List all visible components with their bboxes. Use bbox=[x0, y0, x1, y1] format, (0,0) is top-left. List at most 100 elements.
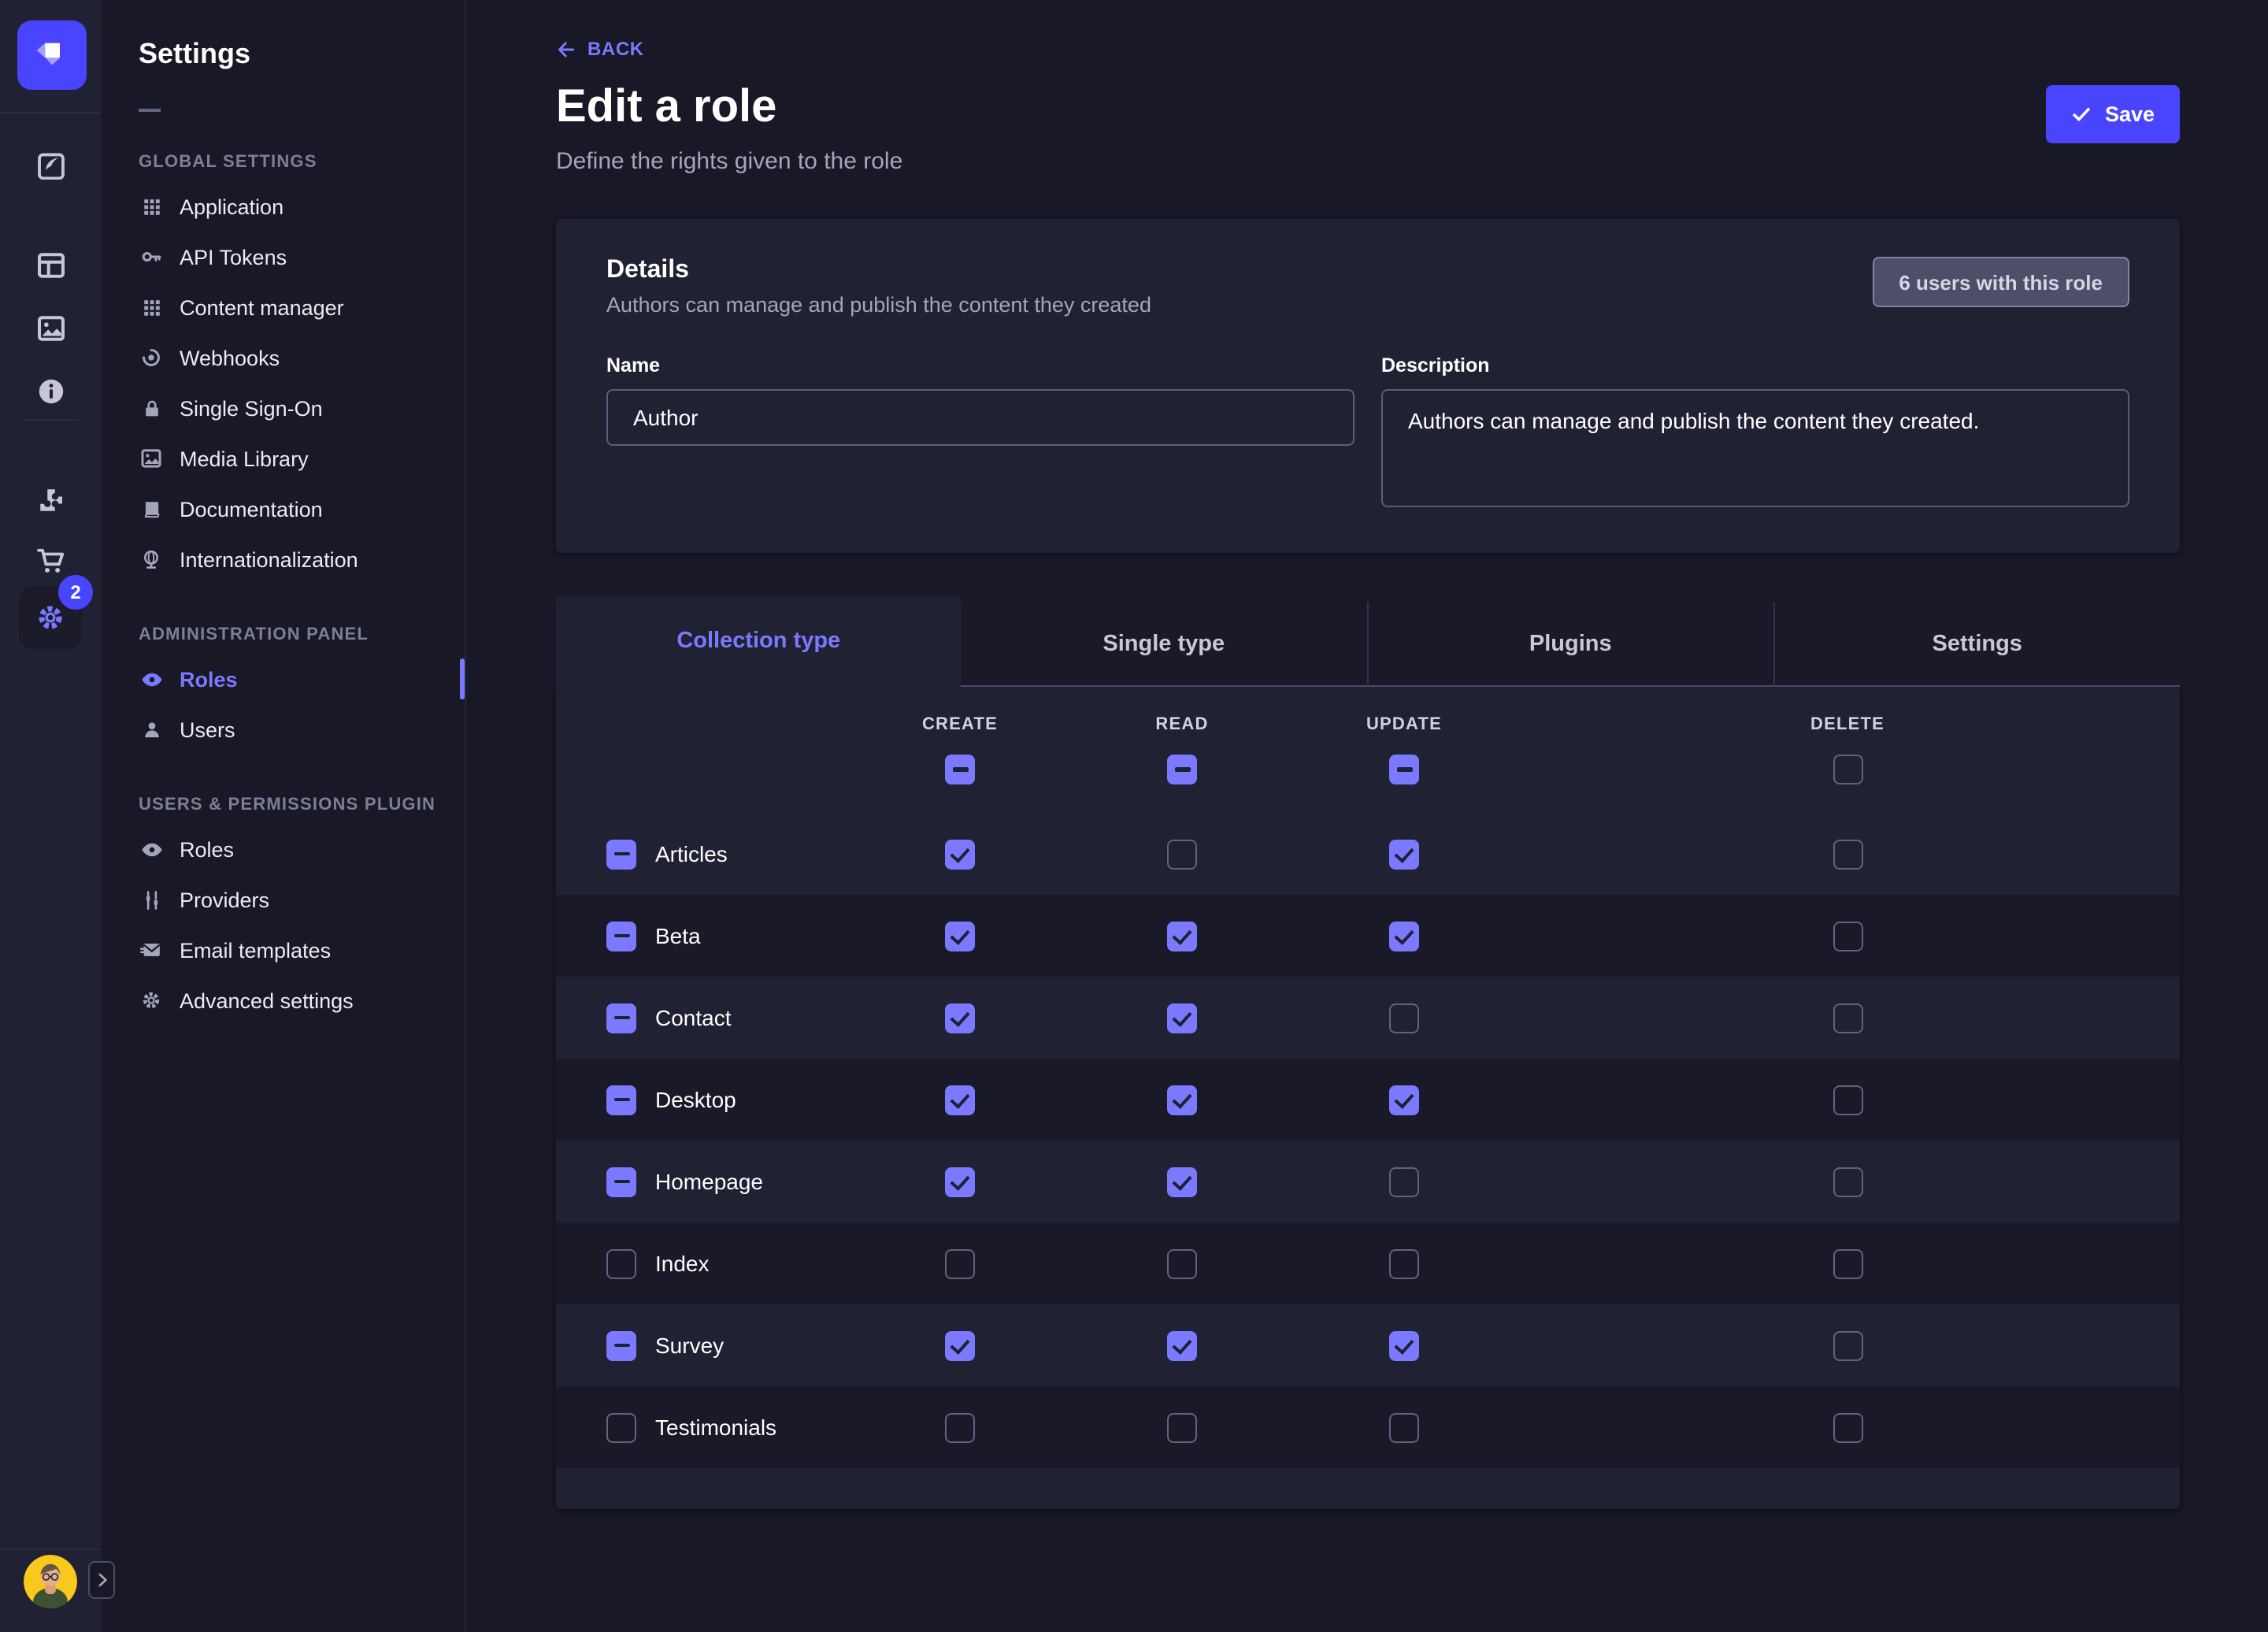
row-select-checkbox[interactable] bbox=[606, 1085, 636, 1115]
delete-checkbox[interactable] bbox=[1833, 1167, 1862, 1196]
create-checkbox[interactable] bbox=[945, 1167, 975, 1196]
sidebar-item-roles-admin[interactable]: Roles bbox=[101, 654, 465, 704]
main-nav-rail: 2 bbox=[0, 0, 101, 1632]
update-checkbox[interactable] bbox=[1389, 1330, 1419, 1360]
row-select-checkbox[interactable] bbox=[606, 1248, 636, 1278]
back-link[interactable]: BACK bbox=[556, 38, 644, 60]
delete-checkbox[interactable] bbox=[1833, 921, 1862, 951]
tab-single-type[interactable]: Single type bbox=[962, 602, 1367, 687]
sidebar-item-internationalization[interactable]: Internationalization bbox=[101, 534, 465, 584]
read-checkbox[interactable] bbox=[1167, 1167, 1197, 1196]
user-avatar[interactable] bbox=[24, 1555, 77, 1608]
tab-settings[interactable]: Settings bbox=[1773, 602, 2181, 687]
read-checkbox[interactable] bbox=[1167, 1003, 1197, 1033]
sidebar-item-api-tokens[interactable]: API Tokens bbox=[101, 232, 465, 282]
row-select-checkbox[interactable] bbox=[606, 1330, 636, 1360]
sidebar-item-advanced-settings[interactable]: Advanced settings bbox=[101, 975, 465, 1026]
row-select-checkbox[interactable] bbox=[606, 921, 636, 951]
row-label: Survey bbox=[655, 1333, 724, 1358]
row-label: Contact bbox=[655, 1005, 732, 1030]
row-label: Testimonials bbox=[655, 1415, 776, 1440]
read-checkbox[interactable] bbox=[1167, 1412, 1197, 1442]
create-checkbox[interactable] bbox=[945, 1330, 975, 1360]
select-all-read-checkbox[interactable] bbox=[1167, 755, 1197, 784]
sidebar-item-documentation[interactable]: Documentation bbox=[101, 484, 465, 534]
row-select-checkbox[interactable] bbox=[606, 1412, 636, 1442]
layout-icon bbox=[35, 250, 65, 280]
media-library-nav-item[interactable] bbox=[0, 299, 101, 356]
sidebar-item-users[interactable]: Users bbox=[101, 704, 465, 755]
create-checkbox[interactable] bbox=[945, 1003, 975, 1033]
delete-checkbox[interactable] bbox=[1833, 1330, 1862, 1360]
create-checkbox[interactable] bbox=[945, 921, 975, 951]
read-checkbox[interactable] bbox=[1167, 1248, 1197, 1278]
sidebar-item-content-manager[interactable]: Content manager bbox=[101, 282, 465, 332]
delete-checkbox[interactable] bbox=[1833, 1412, 1862, 1442]
name-label: Name bbox=[606, 354, 1354, 376]
delete-checkbox[interactable] bbox=[1833, 839, 1862, 869]
create-checkbox[interactable] bbox=[945, 1085, 975, 1115]
sidebar-item-single-sign-on[interactable]: Single Sign-On bbox=[101, 383, 465, 433]
update-checkbox[interactable] bbox=[1389, 1167, 1419, 1196]
create-checkbox[interactable] bbox=[945, 1412, 975, 1442]
delete-checkbox[interactable] bbox=[1833, 1085, 1862, 1115]
picture-icon bbox=[139, 446, 164, 471]
select-all-update-checkbox[interactable] bbox=[1389, 755, 1419, 784]
row-label: Beta bbox=[655, 923, 701, 948]
content-type-builder-nav-item[interactable] bbox=[0, 236, 101, 293]
sidebar-item-roles-plugin[interactable]: Roles bbox=[101, 824, 465, 874]
create-checkbox[interactable] bbox=[945, 1248, 975, 1278]
update-checkbox[interactable] bbox=[1389, 839, 1419, 869]
tab-plugins[interactable]: Plugins bbox=[1366, 602, 1773, 687]
pencil-square-icon bbox=[35, 149, 65, 179]
row-select-checkbox[interactable] bbox=[606, 839, 636, 869]
create-checkbox[interactable] bbox=[945, 839, 975, 869]
section-header-users-permissions-plugin: USERS & PERMISSIONS PLUGIN bbox=[139, 796, 465, 814]
role-name-input[interactable] bbox=[606, 389, 1354, 446]
sidebar-item-label: API Tokens bbox=[180, 245, 287, 269]
update-checkbox[interactable] bbox=[1389, 1085, 1419, 1115]
eye-icon bbox=[139, 836, 164, 862]
read-checkbox[interactable] bbox=[1167, 1330, 1197, 1360]
table-row-survey: Survey bbox=[556, 1304, 2180, 1386]
sidebar-item-label: Content manager bbox=[180, 295, 344, 319]
content-writer-nav-item[interactable] bbox=[0, 135, 101, 192]
strapi-logo[interactable] bbox=[17, 20, 87, 90]
sidebar-item-label: Roles bbox=[180, 667, 238, 691]
sidebar-item-media-library[interactable]: Media Library bbox=[101, 433, 465, 484]
row-select-checkbox[interactable] bbox=[606, 1167, 636, 1196]
page-title: Edit a role bbox=[556, 80, 902, 134]
tab-collection-type[interactable]: Collection type bbox=[556, 595, 962, 687]
main-content: BACK Edit a role Define the rights given… bbox=[466, 0, 2268, 1632]
save-button[interactable]: Save bbox=[2047, 85, 2180, 143]
providers-icon bbox=[139, 887, 164, 912]
sidebar-item-providers[interactable]: Providers bbox=[101, 874, 465, 925]
select-all-create-checkbox[interactable] bbox=[945, 755, 975, 784]
sidebar-item-application[interactable]: Application bbox=[101, 181, 465, 232]
permissions-tabs: Collection type Single type Plugins Sett… bbox=[556, 595, 2180, 687]
update-checkbox[interactable] bbox=[1389, 921, 1419, 951]
delete-checkbox[interactable] bbox=[1833, 1248, 1862, 1278]
update-checkbox[interactable] bbox=[1389, 1412, 1419, 1442]
delete-checkbox[interactable] bbox=[1833, 1003, 1862, 1033]
read-checkbox[interactable] bbox=[1167, 921, 1197, 951]
read-checkbox[interactable] bbox=[1167, 839, 1197, 869]
sidebar-item-email-templates[interactable]: Email templates bbox=[101, 925, 465, 975]
plugins-nav-item[interactable] bbox=[0, 471, 101, 528]
select-all-delete-checkbox[interactable] bbox=[1833, 755, 1862, 784]
sidebar-item-label: Application bbox=[180, 195, 284, 218]
row-label: Articles bbox=[655, 841, 728, 866]
users-with-role-button[interactable]: 6 users with this role bbox=[1872, 257, 2129, 307]
read-checkbox[interactable] bbox=[1167, 1085, 1197, 1115]
table-row-homepage: Homepage bbox=[556, 1141, 2180, 1222]
update-checkbox[interactable] bbox=[1389, 1003, 1419, 1033]
update-checkbox[interactable] bbox=[1389, 1248, 1419, 1278]
row-select-checkbox[interactable] bbox=[606, 1003, 636, 1033]
sidebar-item-webhooks[interactable]: Webhooks bbox=[101, 332, 465, 383]
collapse-sidebar-button[interactable] bbox=[88, 1561, 115, 1599]
sidebar-item-label: Single Sign-On bbox=[180, 396, 323, 420]
section-header-administration-panel: ADMINISTRATION PANEL bbox=[139, 625, 465, 644]
settings-sidebar: Settings GLOBAL SETTINGS Application API… bbox=[101, 0, 466, 1632]
information-nav-item[interactable] bbox=[0, 362, 101, 419]
role-description-textarea[interactable]: Authors can manage and publish the conte… bbox=[1381, 389, 2129, 507]
